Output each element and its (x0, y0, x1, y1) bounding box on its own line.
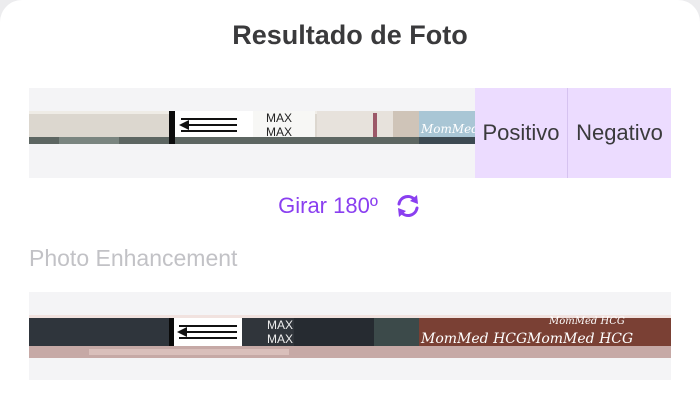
svg-text:MAX: MAX (267, 332, 293, 346)
svg-text:MAX: MAX (266, 125, 292, 139)
enhanced-test-strip: MAX MAX MomMed HCG MomMed HCG MomMed HCG (29, 315, 671, 358)
rotate-label: Girar 180º (278, 193, 378, 218)
enhanced-strip-max-text: MAX (267, 318, 293, 332)
svg-text:MomMed HCG: MomMed HCG (526, 331, 633, 347)
result-sheet: Resultado de Foto MAX MAX MomMed Positiv… (0, 0, 700, 420)
enhanced-photo-panel: MAX MAX MomMed HCG MomMed HCG MomMed HCG (29, 292, 671, 380)
page-title: Resultado de Foto (232, 20, 468, 50)
negative-result-option[interactable]: Negativo (568, 88, 671, 178)
photo-enhancement-title: Photo Enhancement (29, 245, 238, 271)
positive-result-option[interactable]: Positivo (475, 88, 568, 178)
test-strip-photo: MAX MAX MomMed H (29, 111, 475, 144)
rotate-180-button[interactable]: Girar 180º (0, 192, 700, 220)
rotate-icon (394, 192, 422, 220)
strip-brand-text: MomMed H (420, 122, 475, 136)
strip-max-text: MAX (266, 111, 292, 125)
original-photo-panel: MAX MAX MomMed H Positivo Negativo (29, 88, 671, 178)
svg-text:MomMed HCG: MomMed HCG (548, 316, 625, 327)
enhanced-strip-brand-text: MomMed HCG (420, 331, 527, 347)
